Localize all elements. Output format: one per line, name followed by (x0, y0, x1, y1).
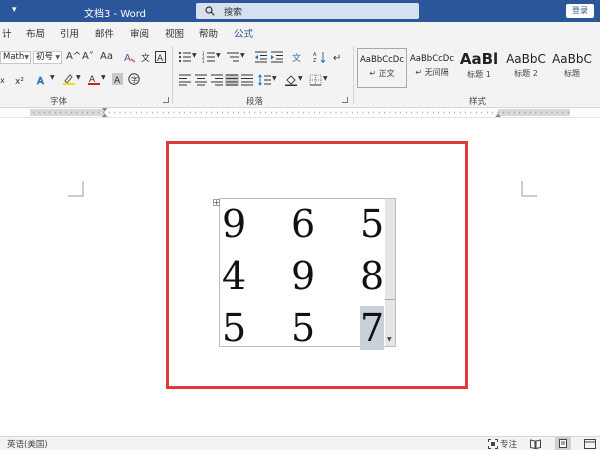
web-layout-icon[interactable] (584, 439, 596, 449)
line-spacing-icon[interactable] (258, 74, 272, 86)
svg-text:↵: ↵ (333, 53, 341, 63)
borders-icon[interactable] (309, 74, 323, 86)
phonetic-guide-icon[interactable]: 文 (139, 51, 153, 63)
chevron-down-icon: ▼ (24, 54, 29, 61)
chevron-down-icon[interactable]: ▼ (101, 74, 106, 81)
tab-view[interactable]: 视图 (165, 26, 184, 40)
chevron-down-icon[interactable]: ▼ (50, 74, 55, 81)
sort-icon[interactable]: A Z (313, 51, 327, 63)
numbering-icon[interactable]: 1 2 3 (202, 51, 216, 63)
styles-group-label: 样式 (469, 97, 487, 107)
paragraph-dialog-launcher-icon[interactable] (342, 97, 348, 103)
svg-text:A: A (157, 54, 164, 63)
style-normal[interactable]: AaBbCcDc ↵ 正文 (357, 48, 407, 88)
show-formatting-marks-icon[interactable]: ↵ (331, 51, 345, 63)
chevron-down-icon[interactable]: ▼ (272, 75, 277, 82)
style-heading-2[interactable]: AaBbC 标题 2 (501, 48, 551, 88)
tab-help[interactable]: 帮助 (199, 26, 218, 40)
login-button[interactable]: 登录 (566, 4, 594, 18)
search-box[interactable]: 搜索 (196, 3, 419, 19)
subscript-icon[interactable]: x (0, 74, 14, 86)
chevron-down-icon[interactable]: ▼ (240, 52, 245, 59)
character-border-icon[interactable]: A (154, 51, 168, 63)
increase-indent-icon[interactable] (270, 51, 284, 63)
ribbon: Math ▼ 初号 ▼ A^ A˅ Aa A 文 A x x² A ▼ ▼ A ▼ … (0, 42, 600, 108)
title-bar: ▾ 文档3 - Word 搜索 登录 (0, 0, 600, 22)
style-no-spacing[interactable]: AaBbCcDc ↵ 无间隔 (407, 48, 457, 88)
tab-review[interactable]: 审阅 (130, 26, 149, 40)
read-mode-icon[interactable] (530, 439, 541, 449)
tab-mailings[interactable]: 邮件 (95, 26, 114, 40)
font-size-combo[interactable]: 初号 ▼ (33, 51, 62, 64)
status-language[interactable]: 英语(美国) (7, 438, 48, 450)
grow-font-button[interactable]: A^ (66, 51, 81, 62)
multilevel-list-icon[interactable] (226, 51, 240, 63)
paragraph-group-label: 段落 (246, 97, 264, 107)
svg-text:文: 文 (292, 52, 301, 63)
svg-text:x²: x² (15, 77, 24, 86)
character-shading-icon[interactable]: A (111, 73, 125, 85)
style-heading-1[interactable]: AaBl 标题 1 (457, 48, 501, 88)
highlight-frame (166, 141, 468, 389)
page-corner-mark (521, 181, 537, 197)
focus-mode-icon[interactable] (488, 439, 498, 449)
ribbon-separator (353, 46, 354, 104)
chevron-down-icon: ▼ (55, 54, 60, 61)
svg-text:A: A (37, 76, 44, 86)
print-layout-button[interactable] (555, 437, 571, 450)
ribbon-tabs: 计 布局 引用 邮件 审阅 视图 帮助 公式 (0, 22, 600, 44)
print-layout-icon (559, 439, 567, 448)
svg-text:A: A (114, 76, 121, 85)
font-name-combo[interactable]: Math ▼ (0, 51, 31, 64)
superscript-icon[interactable]: x² (14, 74, 28, 86)
font-dialog-launcher-icon[interactable] (163, 97, 169, 103)
justify-icon[interactable] (225, 74, 239, 86)
style-title[interactable]: AaBbC 标题 (547, 48, 597, 88)
change-case-button[interactable]: Aa (100, 51, 113, 62)
shading-icon[interactable] (284, 74, 298, 86)
text-effects-icon[interactable]: A (36, 74, 50, 86)
ribbon-separator (172, 46, 173, 104)
distributed-icon[interactable] (240, 74, 254, 86)
chevron-down-icon[interactable]: ▼ (323, 75, 328, 82)
quick-access-dropdown-icon[interactable]: ▾ (12, 5, 17, 15)
window-title: 文档3 - Word (84, 9, 147, 20)
tab-references[interactable]: 引用 (60, 26, 79, 40)
search-icon (205, 6, 215, 16)
tab-design[interactable]: 计 (2, 26, 12, 40)
horizontal-ruler[interactable] (0, 108, 600, 118)
svg-text:文: 文 (141, 52, 150, 63)
search-placeholder: 搜索 (224, 8, 243, 18)
svg-text:Z: Z (313, 58, 317, 63)
status-bar: 英语(美国) 专注 (0, 436, 600, 450)
align-right-icon[interactable] (210, 74, 224, 86)
shrink-font-button[interactable]: A˅ (82, 51, 94, 62)
tab-equation[interactable]: 公式 (234, 26, 254, 44)
font-color-icon[interactable]: A (87, 73, 101, 85)
svg-text:3: 3 (202, 59, 205, 63)
bullets-icon[interactable] (178, 51, 192, 63)
svg-text:字: 字 (131, 75, 138, 84)
decrease-indent-icon[interactable] (254, 51, 268, 63)
chinese-layout-icon[interactable]: 文 (291, 51, 305, 63)
clear-formatting-icon[interactable]: A (123, 51, 137, 63)
chevron-down-icon[interactable]: ▼ (76, 74, 81, 81)
chevron-down-icon[interactable]: ▼ (216, 52, 221, 59)
chevron-down-icon[interactable]: ▼ (298, 75, 303, 82)
page-corner-mark (68, 181, 84, 197)
align-left-icon[interactable] (178, 74, 192, 86)
tab-layout[interactable]: 布局 (26, 26, 45, 40)
svg-text:A: A (124, 53, 131, 63)
svg-text:x: x (0, 76, 5, 85)
highlight-color-icon[interactable] (62, 73, 76, 85)
align-center-icon[interactable] (194, 74, 208, 86)
enclose-characters-icon[interactable]: 字 (127, 73, 141, 85)
chevron-down-icon[interactable]: ▼ (192, 52, 197, 59)
font-group-label: 字体 (50, 97, 68, 107)
focus-mode-label[interactable]: 专注 (500, 438, 517, 450)
